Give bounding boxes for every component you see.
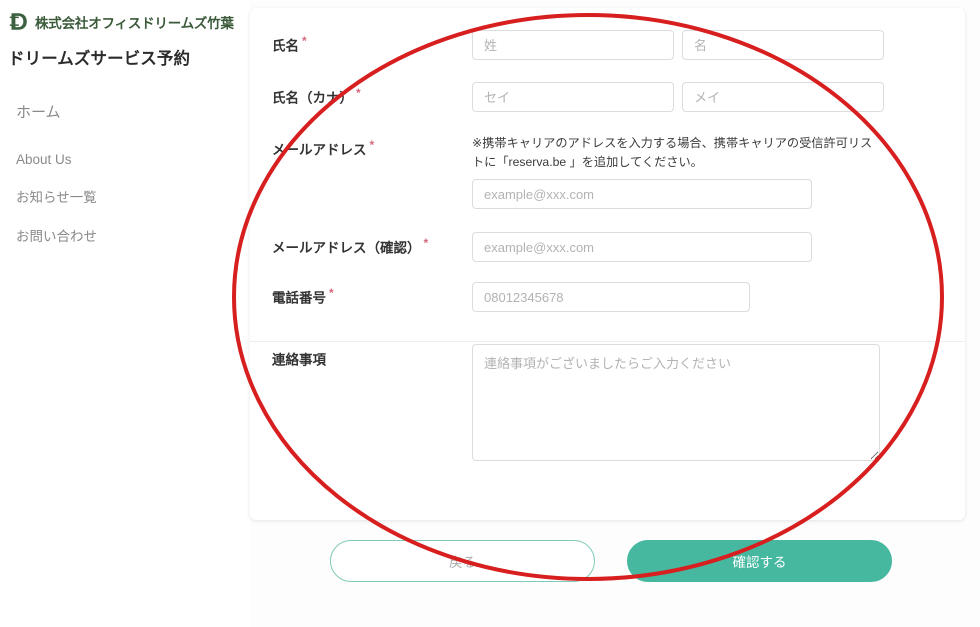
reservation-form-card: 氏名* 氏名（カナ）* メールアドレス* xyxy=(250,8,965,520)
confirm-button[interactable]: 確認する xyxy=(627,540,892,582)
email-input[interactable] xyxy=(472,179,812,210)
brand-header[interactable]: 株式会社オフィスドリームズ竹葉 xyxy=(0,0,250,32)
message-textarea[interactable] xyxy=(472,344,880,462)
label-name: 氏名 * xyxy=(272,30,472,56)
label-name-kana: 氏名（カナ） * xyxy=(272,82,472,108)
name-kana-first-input[interactable] xyxy=(682,82,884,112)
label-name-kana-text: 氏名（カナ） xyxy=(272,90,353,106)
company-name: 株式会社オフィスドリームズ竹葉 xyxy=(35,15,234,31)
tel-input[interactable] xyxy=(472,282,750,313)
label-name-text: 氏名 xyxy=(272,38,299,54)
email-carrier-note: ※携帯キャリアのアドレスを入力する場合、携帯キャリアの受信許可リストに「rese… xyxy=(472,136,873,169)
required-asterisk-name-kana: * xyxy=(356,86,361,100)
tel-control xyxy=(472,282,965,313)
label-email: メールアドレス * xyxy=(272,134,472,160)
page-title: ドリームズサービス予約 xyxy=(8,50,191,68)
field-row-tel: 電話番号 * xyxy=(250,262,965,313)
label-tel-text: 電話番号 xyxy=(272,290,326,306)
name-kana-last-input[interactable] xyxy=(472,82,674,112)
back-button[interactable]: 戻る xyxy=(330,540,595,582)
label-email-confirm: メールアドレス（確認） * xyxy=(272,232,472,258)
reservation-page: 株式会社オフィスドリームズ竹葉 ドリームズサービス予約 ホーム About Us… xyxy=(0,0,980,627)
sidebar-item-news-list[interactable]: お知らせ一覧 xyxy=(16,186,250,206)
field-row-message: 連絡事項 xyxy=(250,312,965,466)
message-control xyxy=(472,344,965,466)
required-asterisk-name: * xyxy=(302,34,307,48)
field-row-name-kana: 氏名（カナ） * xyxy=(250,60,965,112)
email-confirm-control xyxy=(472,232,965,263)
sidebar-item-contact[interactable]: お問い合わせ xyxy=(16,225,250,245)
label-tel: 電話番号 * xyxy=(272,282,472,308)
company-monogram-d-icon xyxy=(9,11,30,32)
name-kana-inputs xyxy=(472,82,965,112)
name-last-input[interactable] xyxy=(472,30,674,60)
required-asterisk-email: * xyxy=(369,138,375,152)
sidebar-item-about-us[interactable]: About Us xyxy=(16,152,250,167)
name-inputs xyxy=(472,30,965,60)
form-actions: 戻る 確認する xyxy=(250,540,965,582)
label-email-confirm-text: メールアドレス（確認） xyxy=(272,240,421,256)
field-row-email-confirm: メールアドレス（確認） * xyxy=(250,209,965,263)
section-divider xyxy=(250,341,965,342)
email-confirm-input[interactable] xyxy=(472,232,812,263)
field-row-email: メールアドレス * ※携帯キャリアのアドレスを入力する場合、携帯キャリアの受信許可… xyxy=(250,112,965,210)
sidebar: 株式会社オフィスドリームズ竹葉 ドリームズサービス予約 ホーム About Us… xyxy=(0,0,250,627)
label-email-text: メールアドレス xyxy=(272,142,367,158)
main-content: 氏名* 氏名（カナ）* メールアドレス* xyxy=(250,0,980,627)
field-row-name: 氏名 * xyxy=(250,8,965,60)
label-message: 連絡事項 xyxy=(272,344,472,370)
required-asterisk-tel: * xyxy=(329,286,334,301)
sidebar-item-home[interactable]: ホーム xyxy=(16,97,250,126)
email-control: ※携帯キャリアのアドレスを入力する場合、携帯キャリアの受信許可リストに「rese… xyxy=(472,134,965,210)
label-message-text: 連絡事項 xyxy=(272,352,326,368)
name-first-input[interactable] xyxy=(682,30,884,60)
sidebar-nav: ホーム About Us お知らせ一覧 お問い合わせ xyxy=(0,97,250,245)
required-asterisk-email-confirm: * xyxy=(423,236,429,251)
